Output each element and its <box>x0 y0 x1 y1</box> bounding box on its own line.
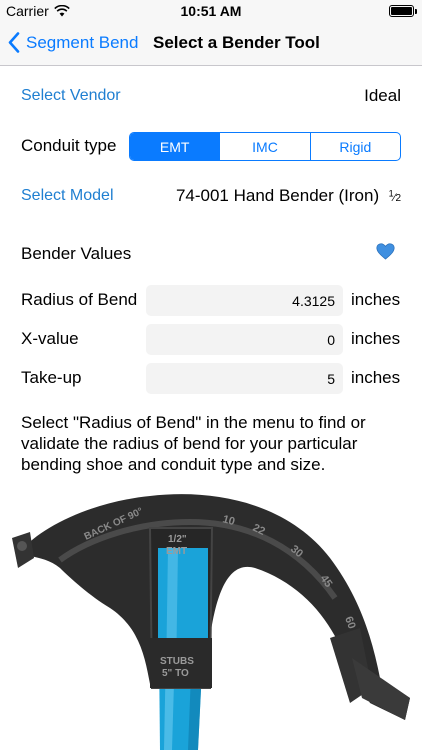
page-title: Select a Bender Tool <box>153 33 320 52</box>
bender-body <box>12 494 410 720</box>
segment-imc[interactable]: IMC <box>220 133 311 160</box>
battery-fill <box>391 7 412 15</box>
take-up-input[interactable] <box>146 363 343 394</box>
takeup-unit: inches <box>351 368 401 387</box>
marking-size: 1/2" <box>168 534 187 545</box>
bender-tool-image: BACK OF 90° 10 22 30 45 60 1/2" EMT STUB… <box>12 494 410 750</box>
model-row: Select Model 74-001 Hand Bender (Iron) 1… <box>21 186 401 206</box>
vendor-row: Select Vendor Ideal <box>21 86 401 106</box>
model-size-fraction: 1⁄2 <box>388 188 401 204</box>
heart-icon <box>376 243 395 260</box>
status-time: 10:51 AM <box>180 3 242 19</box>
radius-of-bend-input[interactable] <box>146 285 343 316</box>
status-bar: Carrier 10:51 AM <box>0 0 422 22</box>
conduit-type-segmented-control: EMT IMC Rigid <box>129 132 401 161</box>
bender-values-label: Bender Values <box>21 244 132 263</box>
x-value-input[interactable] <box>146 324 343 355</box>
select-model-link[interactable]: Select Model <box>21 187 114 205</box>
model-name: 74-001 Hand Bender (Iron) <box>175 186 380 205</box>
select-vendor-link[interactable]: Select Vendor <box>21 87 121 105</box>
battery-icon <box>389 5 417 17</box>
marking-5-to: 5" TO <box>162 668 189 679</box>
bender-values-row: Bender Values <box>21 243 401 265</box>
back-label: Segment Bend <box>26 32 139 52</box>
xvalue-label: X-value <box>21 329 79 348</box>
favorite-button[interactable] <box>376 243 395 265</box>
vendor-value: Ideal <box>364 86 401 105</box>
navigation-bar: Segment Bend Select a Bender Tool <box>0 22 422 66</box>
segment-emt[interactable]: EMT <box>130 133 221 160</box>
radius-unit: inches <box>351 290 401 309</box>
conduit-type-label: Conduit type <box>21 136 117 155</box>
segment-rigid[interactable]: Rigid <box>311 133 400 160</box>
marking-emt: EMT <box>166 546 187 557</box>
chevron-left-icon <box>8 32 20 53</box>
model-value: 74-001 Hand Bender (Iron) 1⁄2 <box>176 186 401 206</box>
description-text: Select "Radius of Bend" in the menu to f… <box>21 413 366 474</box>
fraction-numerator: 1 <box>388 188 394 199</box>
radius-label: Radius of Bend <box>21 290 138 309</box>
marking-stubs: STUBS <box>160 656 194 667</box>
fraction-denominator: 2 <box>395 193 401 204</box>
back-button[interactable]: Segment Bend <box>8 32 138 53</box>
xvalue-unit: inches <box>351 329 401 348</box>
takeup-label: Take-up <box>21 368 82 387</box>
